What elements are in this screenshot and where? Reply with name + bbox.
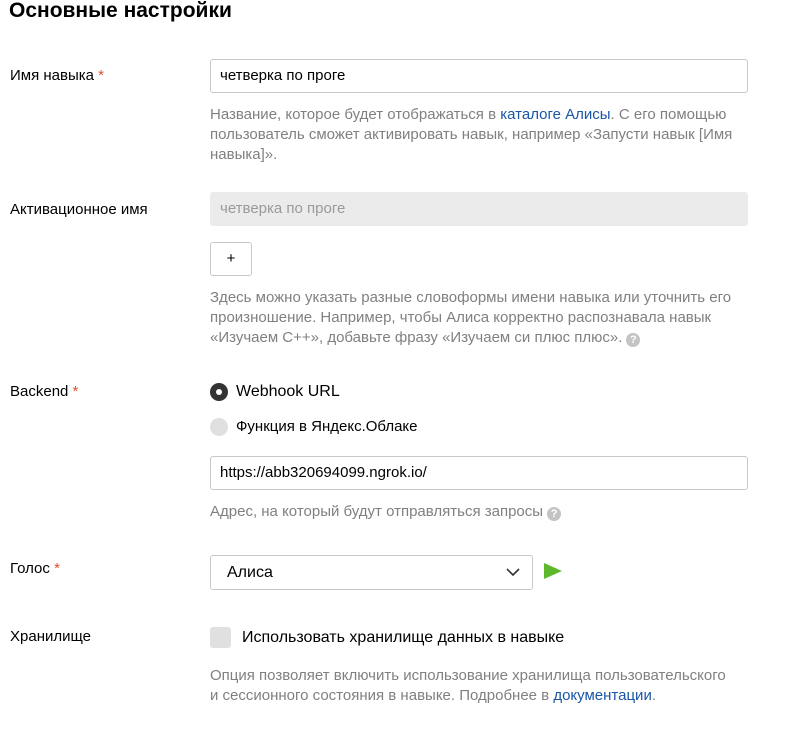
voice-select-value: Алиса xyxy=(227,564,273,581)
activation-name-hint-text: Здесь можно указать разные словоформы им… xyxy=(210,289,732,346)
required-mark: * xyxy=(54,560,60,577)
documentation-link[interactable]: документации xyxy=(553,687,652,704)
webhook-url-input[interactable]: https://abb320694099.ngrok.io/ xyxy=(210,456,748,490)
section-title: Основные настройки xyxy=(9,0,232,22)
skill-name-label-text: Имя навыка xyxy=(10,67,94,84)
cloud-function-radio-label[interactable]: Функция в Яндекс.Облаке xyxy=(236,417,418,437)
voice-select[interactable]: Алиса xyxy=(210,555,533,590)
skill-name-hint-text: Название, которое будет отображаться в xyxy=(210,106,501,123)
backend-label: Backend * xyxy=(10,382,78,402)
storage-label: Хранилище xyxy=(10,628,91,645)
backend-hint-text: Адрес, на который будут отправляться зап… xyxy=(210,503,544,520)
webhook-radio[interactable] xyxy=(210,383,228,401)
storage-checkbox[interactable] xyxy=(210,627,231,648)
storage-hint-text-end: . xyxy=(651,687,656,704)
chevron-down-icon xyxy=(506,568,520,577)
skill-name-hint: Название, которое будет отображаться в к… xyxy=(210,105,750,165)
backend-label-text: Backend xyxy=(10,383,69,400)
activation-name-hint: Здесь можно указать разные словоформы им… xyxy=(210,288,755,348)
skill-name-input[interactable]: четверка по проге xyxy=(210,59,748,93)
backend-hint: Адрес, на который будут отправляться зап… xyxy=(210,502,750,522)
voice-label: Голос * xyxy=(10,559,60,579)
help-icon[interactable]: ? xyxy=(626,333,641,347)
required-mark: * xyxy=(72,383,79,400)
storage-hint: Опция позволяет включить использование х… xyxy=(210,666,730,706)
activation-name-input: четверка по проге xyxy=(210,192,748,226)
required-mark: * xyxy=(98,67,105,84)
alice-catalog-link[interactable]: каталоге Алисы xyxy=(500,106,610,123)
storage-checkbox-label[interactable]: Использовать хранилище данных в навыке xyxy=(242,628,564,648)
voice-label-text: Голос xyxy=(10,560,50,577)
webhook-radio-label[interactable]: Webhook URL xyxy=(236,382,340,402)
add-activation-name-button[interactable]: + xyxy=(210,242,252,276)
play-icon[interactable] xyxy=(543,562,563,580)
skill-name-label: Имя навыка * xyxy=(10,66,104,86)
help-icon[interactable]: ? xyxy=(547,507,562,521)
cloud-function-radio[interactable] xyxy=(210,418,228,436)
activation-name-label: Активационное имя xyxy=(10,201,148,218)
